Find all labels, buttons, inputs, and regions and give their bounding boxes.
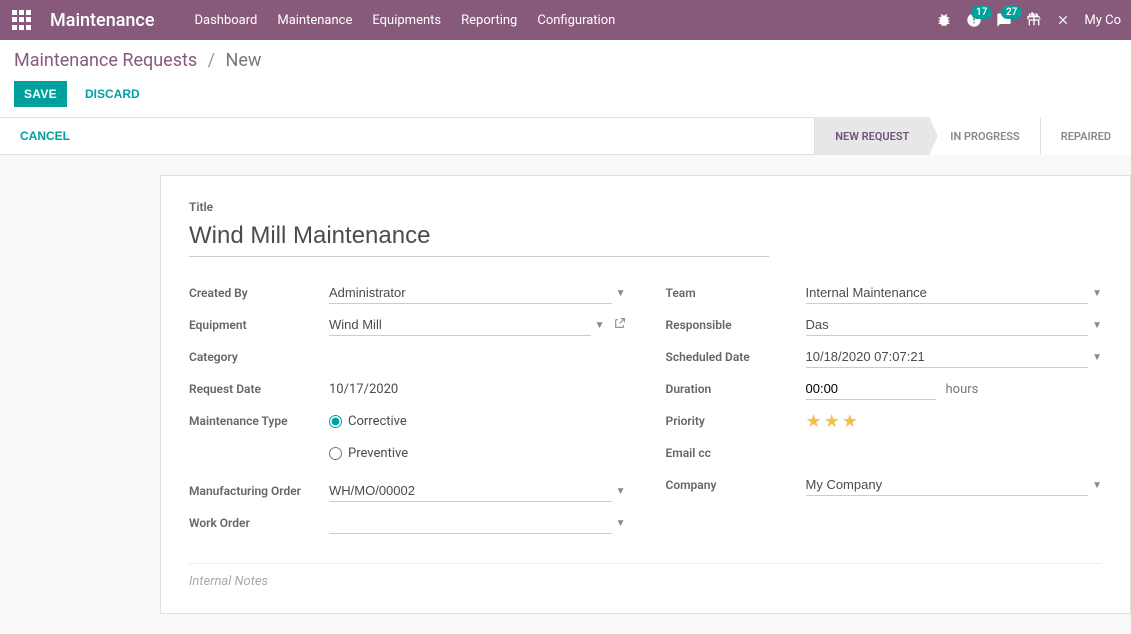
label-work-order: Work Order	[189, 516, 329, 530]
title-input[interactable]	[189, 218, 769, 257]
label-company: Company	[666, 478, 806, 492]
label-email-cc: Email cc	[666, 446, 806, 460]
radio-corrective[interactable]: Corrective	[329, 414, 407, 429]
status-tabs: NEW REQUEST IN PROGRESS REPAIRED	[814, 117, 1131, 155]
label-responsible: Responsible	[666, 318, 806, 332]
activities-badge: 17	[971, 6, 992, 19]
label-request-date: Request Date	[189, 382, 329, 396]
radio-preventive[interactable]: Preventive	[329, 446, 408, 461]
chevron-down-icon[interactable]: ▼	[1092, 320, 1102, 331]
title-label: Title	[189, 200, 1102, 214]
star-icon[interactable]: ★	[824, 411, 840, 432]
apps-icon[interactable]	[10, 8, 34, 32]
nav-dashboard[interactable]: Dashboard	[194, 13, 257, 28]
chevron-down-icon[interactable]: ▼	[616, 518, 626, 529]
created-by-input[interactable]	[329, 282, 612, 304]
nav-configuration[interactable]: Configuration	[537, 13, 615, 28]
topbar: Maintenance Dashboard Maintenance Equipm…	[0, 0, 1131, 40]
radio-preventive-label: Preventive	[348, 446, 408, 461]
label-scheduled-date: Scheduled Date	[666, 350, 806, 364]
radio-preventive-input[interactable]	[329, 447, 342, 460]
star-icon[interactable]: ★	[842, 411, 858, 432]
radio-corrective-label: Corrective	[348, 414, 407, 429]
manufacturing-order-input[interactable]	[329, 480, 612, 502]
cancel-button[interactable]: CANCEL	[20, 129, 70, 143]
radio-corrective-input[interactable]	[329, 415, 342, 428]
discard-button[interactable]: DISCARD	[75, 81, 150, 107]
priority-stars: ★ ★ ★	[806, 411, 858, 432]
hours-label: hours	[946, 382, 979, 397]
duration-input[interactable]	[806, 378, 936, 400]
gift-icon[interactable]	[1026, 12, 1042, 28]
request-date-value: 10/17/2020	[329, 382, 398, 397]
label-duration: Duration	[666, 382, 806, 396]
left-column: Created By ▼ Equipment ▼ Category	[189, 281, 626, 543]
label-team: Team	[666, 286, 806, 300]
label-manufacturing-order: Manufacturing Order	[189, 484, 329, 498]
label-priority: Priority	[666, 414, 806, 428]
chevron-down-icon[interactable]: ▼	[616, 486, 626, 497]
nav-reporting[interactable]: Reporting	[461, 13, 517, 28]
breadcrumb-sep: /	[208, 50, 215, 71]
label-created-by: Created By	[189, 286, 329, 300]
close-icon[interactable]	[1056, 13, 1070, 27]
company-input[interactable]	[806, 474, 1089, 496]
label-equipment: Equipment	[189, 318, 329, 332]
messages-badge: 27	[1001, 6, 1022, 19]
notes-tab[interactable]: Internal Notes	[189, 563, 1102, 589]
chevron-down-icon[interactable]: ▼	[616, 288, 626, 299]
label-category: Category	[189, 350, 329, 364]
right-column: Team ▼ Responsible ▼ Scheduled Date ▼	[666, 281, 1103, 543]
star-icon[interactable]: ★	[806, 411, 822, 432]
form-sheet: Title Created By ▼ Equipment ▼	[160, 175, 1131, 614]
status-new-request[interactable]: NEW REQUEST	[814, 117, 929, 155]
nav-maintenance[interactable]: Maintenance	[277, 13, 352, 28]
team-input[interactable]	[806, 282, 1089, 304]
company-name[interactable]: My Co	[1084, 13, 1121, 28]
action-bar: SAVE DISCARD	[0, 75, 1131, 117]
responsible-input[interactable]	[806, 314, 1089, 336]
status-repaired[interactable]: REPAIRED	[1040, 117, 1131, 155]
nav-equipments[interactable]: Equipments	[372, 13, 441, 28]
breadcrumb-root[interactable]: Maintenance Requests	[14, 50, 197, 71]
chevron-down-icon[interactable]: ▼	[1092, 480, 1102, 491]
external-link-icon[interactable]	[613, 317, 626, 334]
save-button[interactable]: SAVE	[14, 81, 67, 107]
label-maintenance-type: Maintenance Type	[189, 414, 329, 428]
status-row: CANCEL NEW REQUEST IN PROGRESS REPAIRED	[0, 117, 1131, 155]
status-in-progress[interactable]: IN PROGRESS	[929, 117, 1039, 155]
equipment-input[interactable]	[329, 314, 591, 336]
messages-icon[interactable]: 27	[996, 12, 1012, 28]
activities-icon[interactable]: 17	[966, 12, 982, 28]
chevron-down-icon[interactable]: ▼	[1092, 288, 1102, 299]
bug-icon[interactable]	[936, 12, 952, 28]
main-menu: Dashboard Maintenance Equipments Reporti…	[194, 13, 615, 28]
topbar-right: 17 27 My Co	[936, 12, 1121, 28]
work-order-input[interactable]	[329, 512, 612, 534]
brand-title: Maintenance	[50, 10, 154, 31]
chevron-down-icon[interactable]: ▼	[1092, 352, 1102, 363]
breadcrumb-current: New	[226, 50, 262, 71]
breadcrumb-bar: Maintenance Requests / New	[0, 40, 1131, 75]
breadcrumb: Maintenance Requests / New	[14, 50, 1117, 71]
notes-placeholder: Internal Notes	[189, 574, 268, 589]
scheduled-date-input[interactable]	[806, 346, 1089, 368]
chevron-down-icon[interactable]: ▼	[595, 320, 605, 331]
